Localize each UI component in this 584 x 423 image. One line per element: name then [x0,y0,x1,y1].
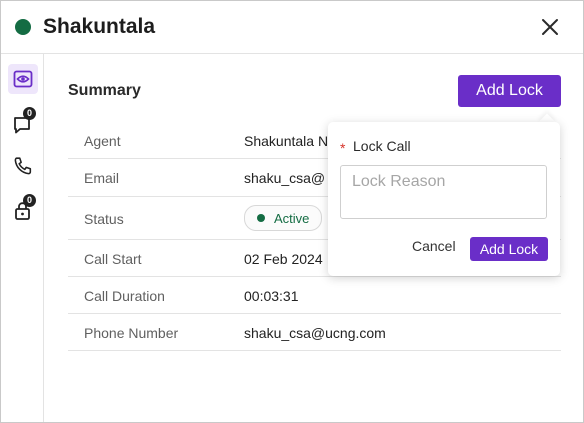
lock-call-label: Lock Call [353,138,411,154]
status-text: Active [274,210,310,226]
lock-reason-input[interactable] [340,165,547,219]
row-value: shaku_csa@ [244,170,326,186]
sidebar-item-lock[interactable]: 0 [8,194,38,226]
required-marker: * [340,140,346,156]
row-value: 02 Feb 2024 [244,251,323,267]
status-dot [257,214,265,222]
call-details-panel: Shakuntala 0 0 Summary Add Lock Agent Sh… [0,0,584,423]
row-label: Email [84,170,120,186]
status-badge: Active [244,205,323,231]
summary-title: Summary [68,82,141,99]
add-lock-button[interactable]: Add Lock [458,75,561,107]
sidebar-item-chat[interactable]: 0 [8,107,38,139]
page-title: Shakuntala [43,15,156,38]
row-label: Call Duration [84,288,165,304]
phone-icon [14,157,32,175]
row-label: Call Start [84,251,142,267]
close-icon [542,19,558,35]
row-label: Status [84,211,124,227]
table-row: Call Duration 00:03:31 [68,277,561,314]
add-lock-submit-button[interactable]: Add Lock [470,237,548,261]
lock-call-popover: * Lock Call Cancel Add Lock [328,122,560,276]
status-indicator [15,19,31,35]
table-row: Phone Number shaku_csa@ucng.com [68,314,561,351]
sidebar-item-summary[interactable] [8,64,38,94]
row-value: Shakuntala N [244,133,329,149]
close-button[interactable] [539,16,561,38]
sidebar: 0 0 [1,54,44,422]
row-value: 00:03:31 [244,288,299,304]
row-label: Agent [84,133,121,149]
row-label: Phone Number [84,325,179,341]
row-value: shaku_csa@ucng.com [244,325,386,341]
eye-icon [13,70,33,88]
lock-count-badge: 0 [23,194,36,207]
chat-count-badge: 0 [23,107,36,120]
sidebar-item-phone[interactable] [8,151,38,181]
cancel-button[interactable]: Cancel [406,237,462,255]
panel-header: Shakuntala [1,1,583,54]
